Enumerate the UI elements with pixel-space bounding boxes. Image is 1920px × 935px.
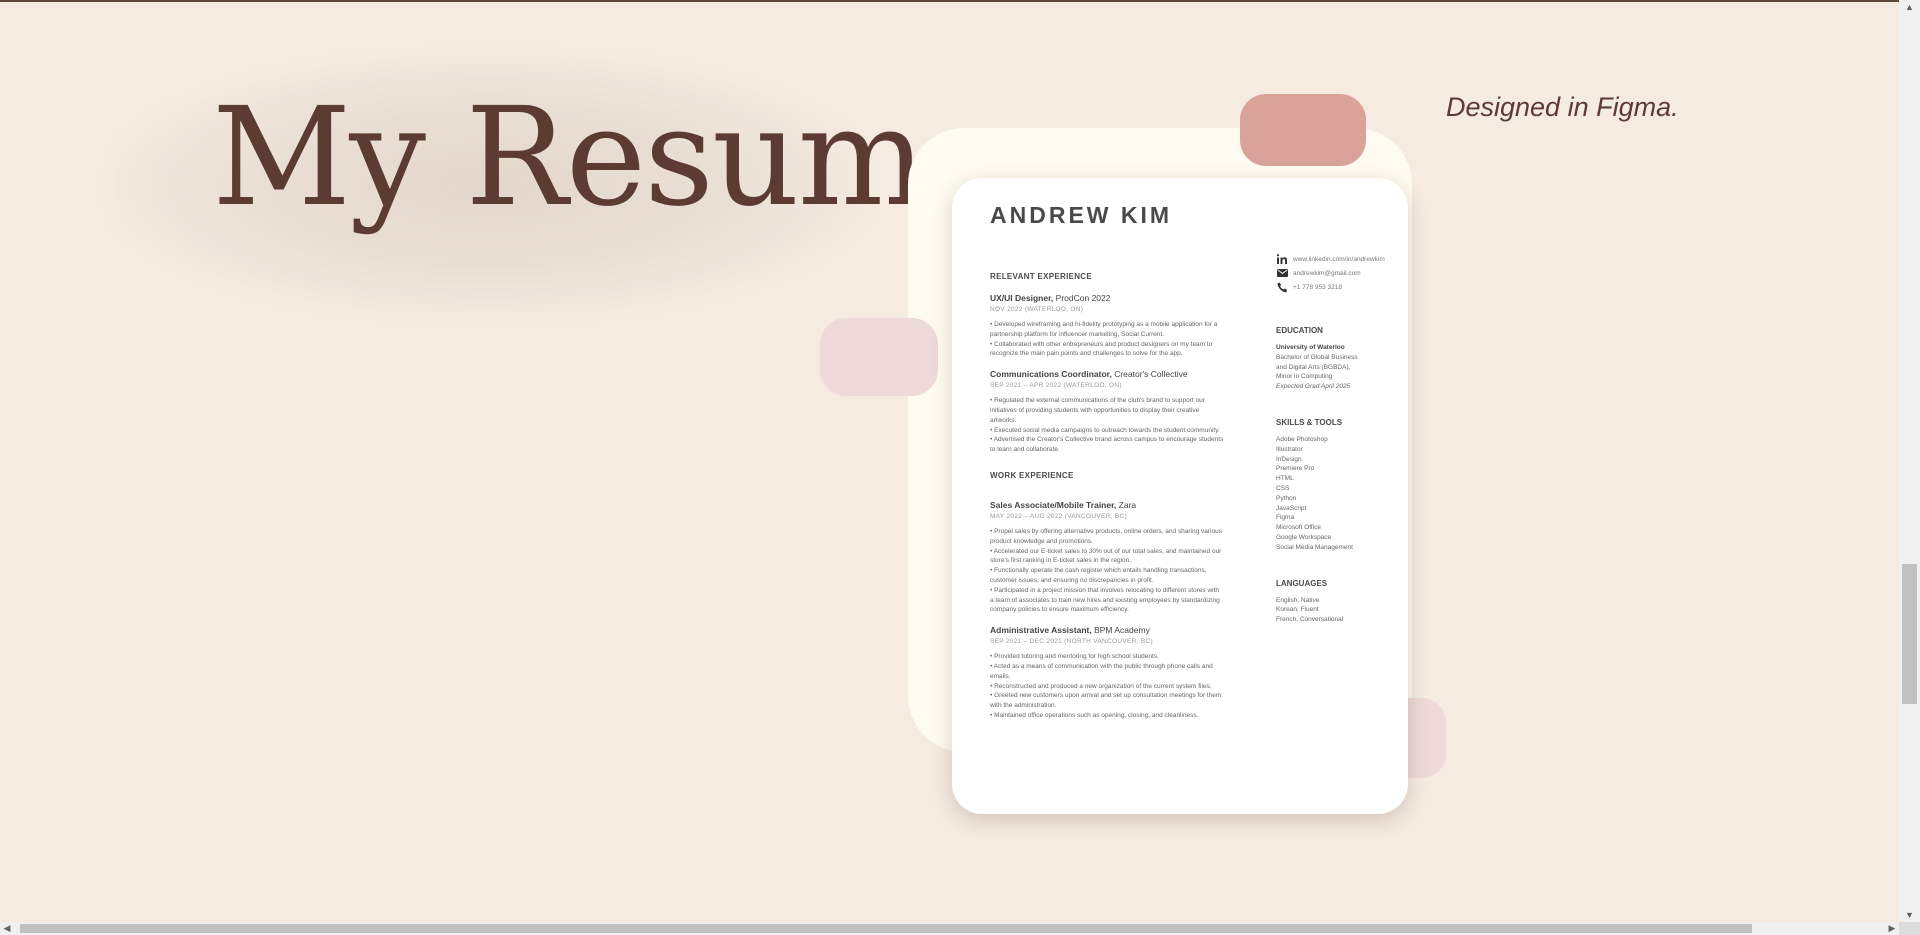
vertical-scroll-thumb[interactable] (1902, 564, 1917, 704)
list-item: InDesign (1276, 455, 1302, 463)
job-title: Sales Associate/Mobile Trainer, Zara (990, 499, 1137, 510)
scroll-down-arrow[interactable]: ▼ (1899, 908, 1920, 922)
list-item: Figma (1276, 514, 1295, 522)
scrollbar-corner (1899, 922, 1920, 935)
contact-block: www.linkedin.com/in/andrewkim andrewkim@… (1276, 254, 1406, 292)
list-item: Python (1276, 494, 1297, 502)
page-title: My Resume (212, 79, 1005, 237)
job-bullets: • Regulated the external communications … (990, 397, 1224, 454)
job-entry: Communications Coordinator, Creator's Co… (990, 369, 1224, 455)
phone-icon (1276, 282, 1288, 292)
job-entry: Sales Associate/Mobile Trainer, Zara MAY… (990, 500, 1224, 615)
skills-block: SKILLS & TOOLS Adobe Photoshop Illustrat… (1276, 418, 1406, 553)
list-item: French, Conversational (1276, 616, 1344, 624)
list-item: Google Workspace (1276, 533, 1332, 541)
contact-email: andrewkim@gmail.com (1276, 268, 1406, 278)
list-item: English, Native (1276, 596, 1320, 604)
job-entry: UX/UI Designer, ProdCon 2022 NOV 2022 (W… (990, 293, 1224, 359)
languages-block: LANGUAGES English, Native Korean, Fluent… (1276, 579, 1406, 625)
list-item: HTML (1276, 475, 1294, 483)
job-entry: Administrative Assistant, BPM Academy SE… (990, 625, 1224, 721)
mail-icon (1276, 268, 1288, 278)
job-title: UX/UI Designer, ProdCon 2022 (990, 293, 1111, 303)
relevant-experience-heading: RELEVANT EXPERIENCE (990, 272, 1093, 281)
designed-in-figma-tagline: Designed in Figma. (1446, 92, 1679, 122)
scroll-up-arrow[interactable]: ▲ (1899, 0, 1920, 14)
job-date: SEP 2021 – DEC 2021 (NORTH VANCOUVER, BC… (990, 638, 1153, 646)
resume-name: ANDREW KIM (990, 202, 1173, 228)
skills-heading: SKILLS & TOOLS (1276, 417, 1343, 427)
education-block: EDUCATION University of Waterloo Bachelo… (1276, 326, 1406, 392)
education-heading: EDUCATION (1276, 326, 1323, 335)
job-date: SEP 2021 – APR 2022 (WATERLOO, ON) (990, 382, 1122, 390)
list-item: Premiere Pro (1276, 465, 1315, 473)
linkedin-icon (1276, 254, 1288, 264)
work-experience-heading: WORK EXPERIENCE (990, 470, 1074, 480)
languages-list: English, Native Korean, Fluent French, C… (1276, 596, 1406, 625)
resume-left-column: RELEVANT EXPERIENCE UX/UI Designer, Prod… (990, 272, 1224, 731)
scroll-right-arrow[interactable]: ▶ (1885, 922, 1899, 935)
list-item: JavaScript (1276, 504, 1307, 512)
light-pink-decorative-shape (820, 318, 938, 396)
contact-phone: +1 778 953 3218 (1276, 282, 1406, 292)
list-item: Adobe Photoshop (1276, 435, 1328, 443)
top-border (0, 0, 1920, 2)
list-item: Korean, Fluent (1276, 606, 1319, 614)
job-title: Communications Coordinator, Creator's Co… (990, 369, 1188, 380)
pink-decorative-shape (1240, 94, 1366, 166)
resume-card: ANDREW KIM RELEVANT EXPERIENCE UX/UI Des… (952, 178, 1408, 814)
list-item: Microsoft Office (1276, 524, 1322, 532)
horizontal-scroll-thumb[interactable] (20, 924, 1752, 933)
horizontal-scrollbar[interactable]: ◀ ▶ (0, 922, 1899, 935)
job-date: NOV 2022 (WATERLOO, ON) (990, 306, 1084, 313)
resume-right-column: www.linkedin.com/in/andrewkim andrewkim@… (1276, 254, 1406, 651)
contact-linkedin: www.linkedin.com/in/andrewkim (1276, 254, 1406, 264)
list-item: CSS (1276, 484, 1290, 492)
skills-list: Adobe Photoshop Illustrator InDesign Pre… (1276, 435, 1406, 553)
job-bullets: • Propel sales by offering alternative p… (990, 527, 1222, 614)
vertical-scrollbar[interactable]: ▲ ▼ (1899, 0, 1920, 922)
job-bullets: • Developed wireframing and hi-fidelity … (990, 321, 1218, 358)
scroll-left-arrow[interactable]: ◀ (0, 922, 14, 935)
job-date: MAY 2022 – AUG 2022 (VANCOUVER, BC) (990, 512, 1127, 520)
list-item: Illustrator (1276, 445, 1303, 453)
job-bullets: • Provided tutoring and mentoring for hi… (990, 653, 1222, 719)
education-details: University of Waterloo Bachelor of Globa… (1276, 344, 1358, 391)
list-item: Social Media Management (1276, 543, 1353, 551)
job-title: Administrative Assistant, BPM Academy (990, 625, 1150, 636)
languages-heading: LANGUAGES (1276, 578, 1328, 588)
